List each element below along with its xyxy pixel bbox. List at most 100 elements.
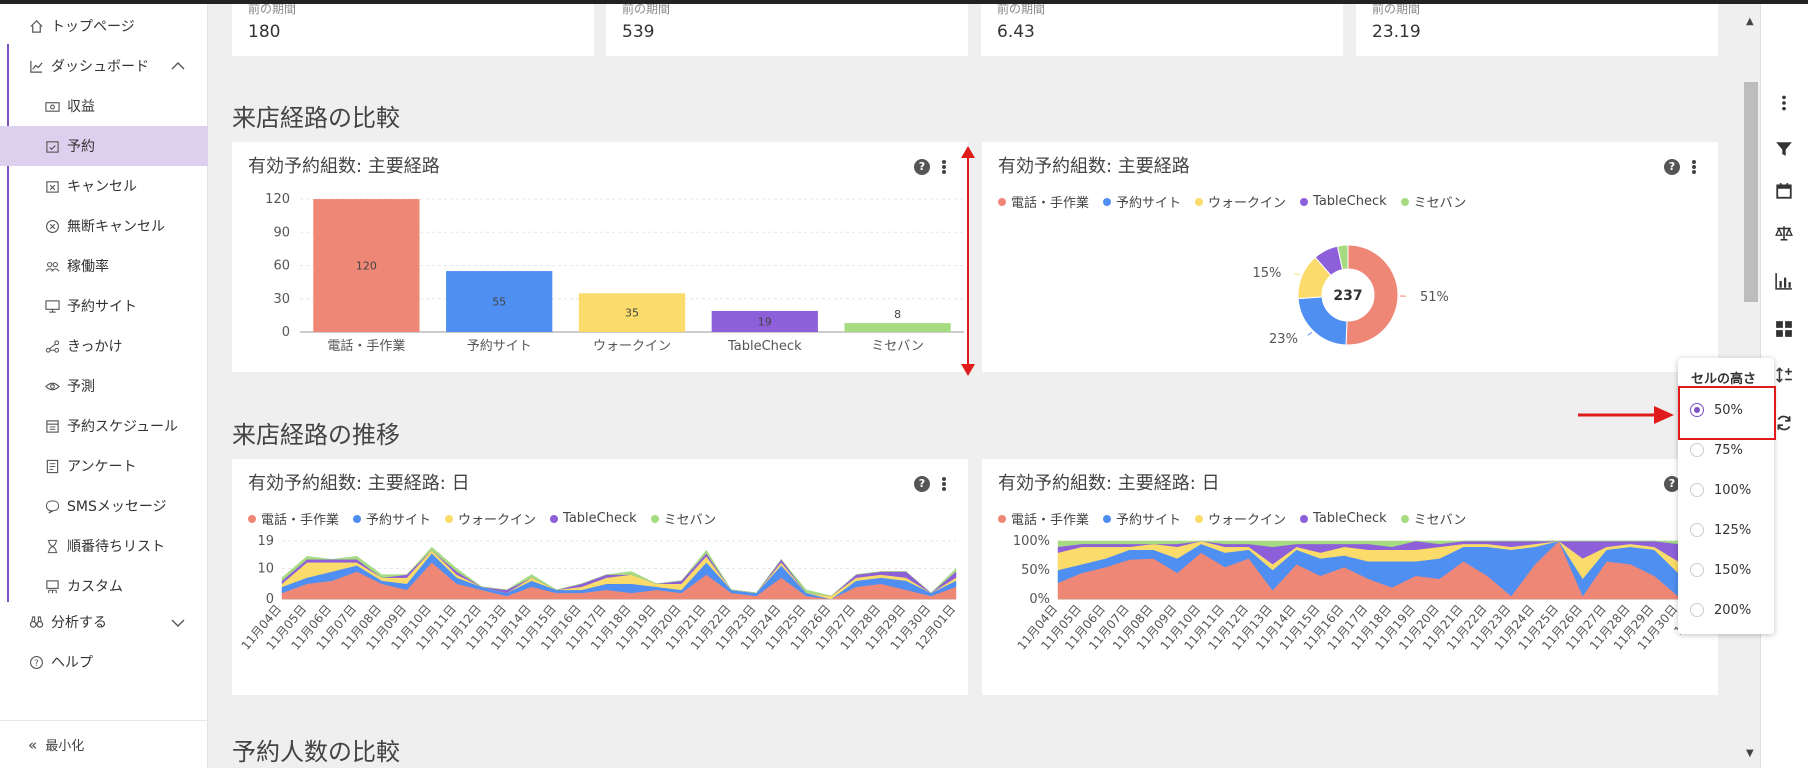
more-options-icon[interactable]: [938, 475, 950, 493]
double-chevron-left-icon: «: [28, 735, 38, 754]
bar-chart-icon[interactable]: [1769, 266, 1799, 296]
sidebar-item-custom[interactable]: カスタム: [0, 566, 208, 606]
radio[interactable]: [1690, 563, 1704, 577]
sidebar-item-label: SMSメッセージ: [67, 499, 167, 515]
legend-marker: [1400, 197, 1409, 206]
x-tick-label: ミセバン: [871, 339, 924, 354]
sidebar-item-label: アンケート: [67, 459, 137, 475]
calendar-check-icon: [43, 137, 61, 155]
hourglass-icon: [43, 537, 61, 555]
more-options-icon[interactable]: [1688, 158, 1700, 176]
sidebar-item-survey[interactable]: アンケート: [0, 446, 208, 486]
legend-marker: [248, 514, 256, 523]
cell-height-option[interactable]: 200%: [1690, 598, 1751, 622]
y-tick-label: 0: [282, 325, 290, 340]
legend-marker: [998, 514, 1006, 523]
home-icon: [27, 17, 45, 35]
scroll-thumb[interactable]: [1744, 82, 1758, 302]
calendar-icon[interactable]: [1769, 176, 1799, 206]
sidebar-item-label: 無断キャンセル: [67, 219, 165, 235]
help-icon[interactable]: ?: [914, 476, 930, 492]
scroll-up-icon[interactable]: ▲: [1746, 16, 1754, 27]
radio[interactable]: [1690, 603, 1704, 617]
filter-icon[interactable]: [1769, 134, 1799, 164]
legend-marker: [1300, 514, 1309, 523]
bar-chart-card: 有効予約組数: 主要経路 ? 0 30 60 90 120 120 電話・手作業 55 予約サイ…: [232, 142, 968, 372]
chevron-up-icon[interactable]: [171, 61, 185, 71]
custom-icon: [43, 577, 61, 595]
stat-value: 6.43: [997, 22, 1035, 42]
option-label: 100%: [1714, 482, 1752, 498]
stat-label: 前の期間: [1372, 4, 1421, 16]
cell-height-option[interactable]: 100%: [1690, 478, 1751, 502]
sidebar-item-chat[interactable]: SMSメッセージ: [0, 486, 208, 526]
help-icon[interactable]: ?: [1664, 159, 1680, 175]
radio[interactable]: [1690, 483, 1704, 497]
sidebar-item-circle-x[interactable]: 無断キャンセル: [0, 206, 208, 246]
minimize-button[interactable]: « 最小化: [0, 720, 208, 768]
sidebar-item-calendar-check[interactable]: 予約: [0, 126, 208, 166]
bar-value-label: 19: [758, 315, 772, 328]
y-tick-label: 120: [265, 192, 290, 207]
grid-layout-icon[interactable]: [1769, 314, 1799, 344]
people-icon: [43, 257, 61, 275]
bar-value-label: 35: [625, 307, 639, 320]
radio[interactable]: [1690, 443, 1704, 457]
more-options-icon[interactable]: [938, 158, 950, 176]
legend-marker: [1195, 514, 1204, 523]
circle-x-icon: [43, 217, 61, 235]
popup-title: セルの高さ: [1691, 372, 1757, 387]
y-tick-label: 60: [273, 259, 290, 274]
sidebar-item-help[interactable]: ? ヘルプ: [27, 642, 93, 682]
help-icon[interactable]: ?: [914, 159, 930, 175]
dashboard-content: 前の期間 180 前の期間 539 前の期間 6.43 前の期間 23.19 来…: [208, 4, 1742, 768]
stat-card: 前の期間 180: [232, 4, 594, 56]
more-vertical-icon[interactable]: [1769, 88, 1799, 118]
sidebar-item-label: 予約スケジュール: [67, 419, 179, 435]
cell-height-option[interactable]: 75%: [1690, 438, 1743, 462]
card-title: 有効予約組数: 主要経路: [998, 156, 1190, 177]
scroll-down-icon[interactable]: ▼: [1746, 748, 1754, 759]
chevron-down-icon[interactable]: [171, 618, 185, 628]
sidebar-item-revenue[interactable]: 収益: [0, 86, 208, 126]
sidebar-item-dashboard[interactable]: ダッシュボード: [27, 46, 149, 86]
card-title: 有効予約組数: 主要経路: 日: [248, 473, 470, 494]
donut-chart: 51% 23% 15% 237: [1253, 244, 1449, 347]
sidebar-item-label: ダッシュボード: [51, 59, 149, 75]
sidebar-item-top-page[interactable]: トップページ: [27, 6, 135, 46]
sidebar-item-eye[interactable]: 予測: [0, 366, 208, 406]
option-label: 200%: [1714, 602, 1752, 618]
revenue-icon: [43, 97, 61, 115]
x-tick-label: TableCheck: [727, 339, 802, 354]
stat-card: 前の期間 23.19: [1356, 4, 1718, 56]
slice-leader-line: [1307, 331, 1313, 336]
sidebar-item-people[interactable]: 稼働率: [0, 246, 208, 286]
section-title-trend: 来店経路の推移: [232, 421, 400, 449]
cell-height-option[interactable]: 125%: [1690, 518, 1751, 542]
legend-label: TableCheck: [1313, 194, 1387, 209]
bar-value-label: 8: [894, 308, 901, 321]
sidebar-item-label: 予測: [67, 379, 95, 395]
sidebar-item-hourglass[interactable]: 順番待ちリスト: [0, 526, 208, 566]
stat-label: 前の期間: [997, 4, 1046, 16]
sidebar-item-branch[interactable]: きっかけ: [0, 326, 208, 366]
sidebar-item-analyze[interactable]: 分析する: [27, 602, 107, 642]
sidebar-item-monitor[interactable]: 予約サイト: [0, 286, 208, 326]
legend-marker: [353, 514, 362, 523]
monitor-icon: [43, 297, 61, 315]
compare-scale-icon[interactable]: [1769, 218, 1799, 248]
slice-label: 51%: [1420, 290, 1449, 305]
radio[interactable]: [1690, 523, 1704, 537]
sidebar-item-calendar-x[interactable]: キャンセル: [0, 166, 208, 206]
x-tick-label: ウォークイン: [593, 339, 671, 354]
legend-marker: [1103, 197, 1112, 206]
sidebar-item-label: 予約: [67, 139, 95, 155]
donut-slice[interactable]: [1297, 296, 1348, 346]
cell-height-option[interactable]: 150%: [1690, 558, 1751, 582]
sidebar-item-schedule[interactable]: 予約スケジュール: [0, 406, 208, 446]
bar[interactable]: [844, 323, 951, 332]
y-tick-label: 50%: [1021, 563, 1050, 578]
slice-label: 23%: [1269, 332, 1298, 347]
bar-chart: 0 30 60 90 120 120 電話・手作業 55 予約サイト 35 ウォークイン 19 Tabl…: [265, 192, 964, 354]
legend-marker: [1400, 514, 1409, 523]
